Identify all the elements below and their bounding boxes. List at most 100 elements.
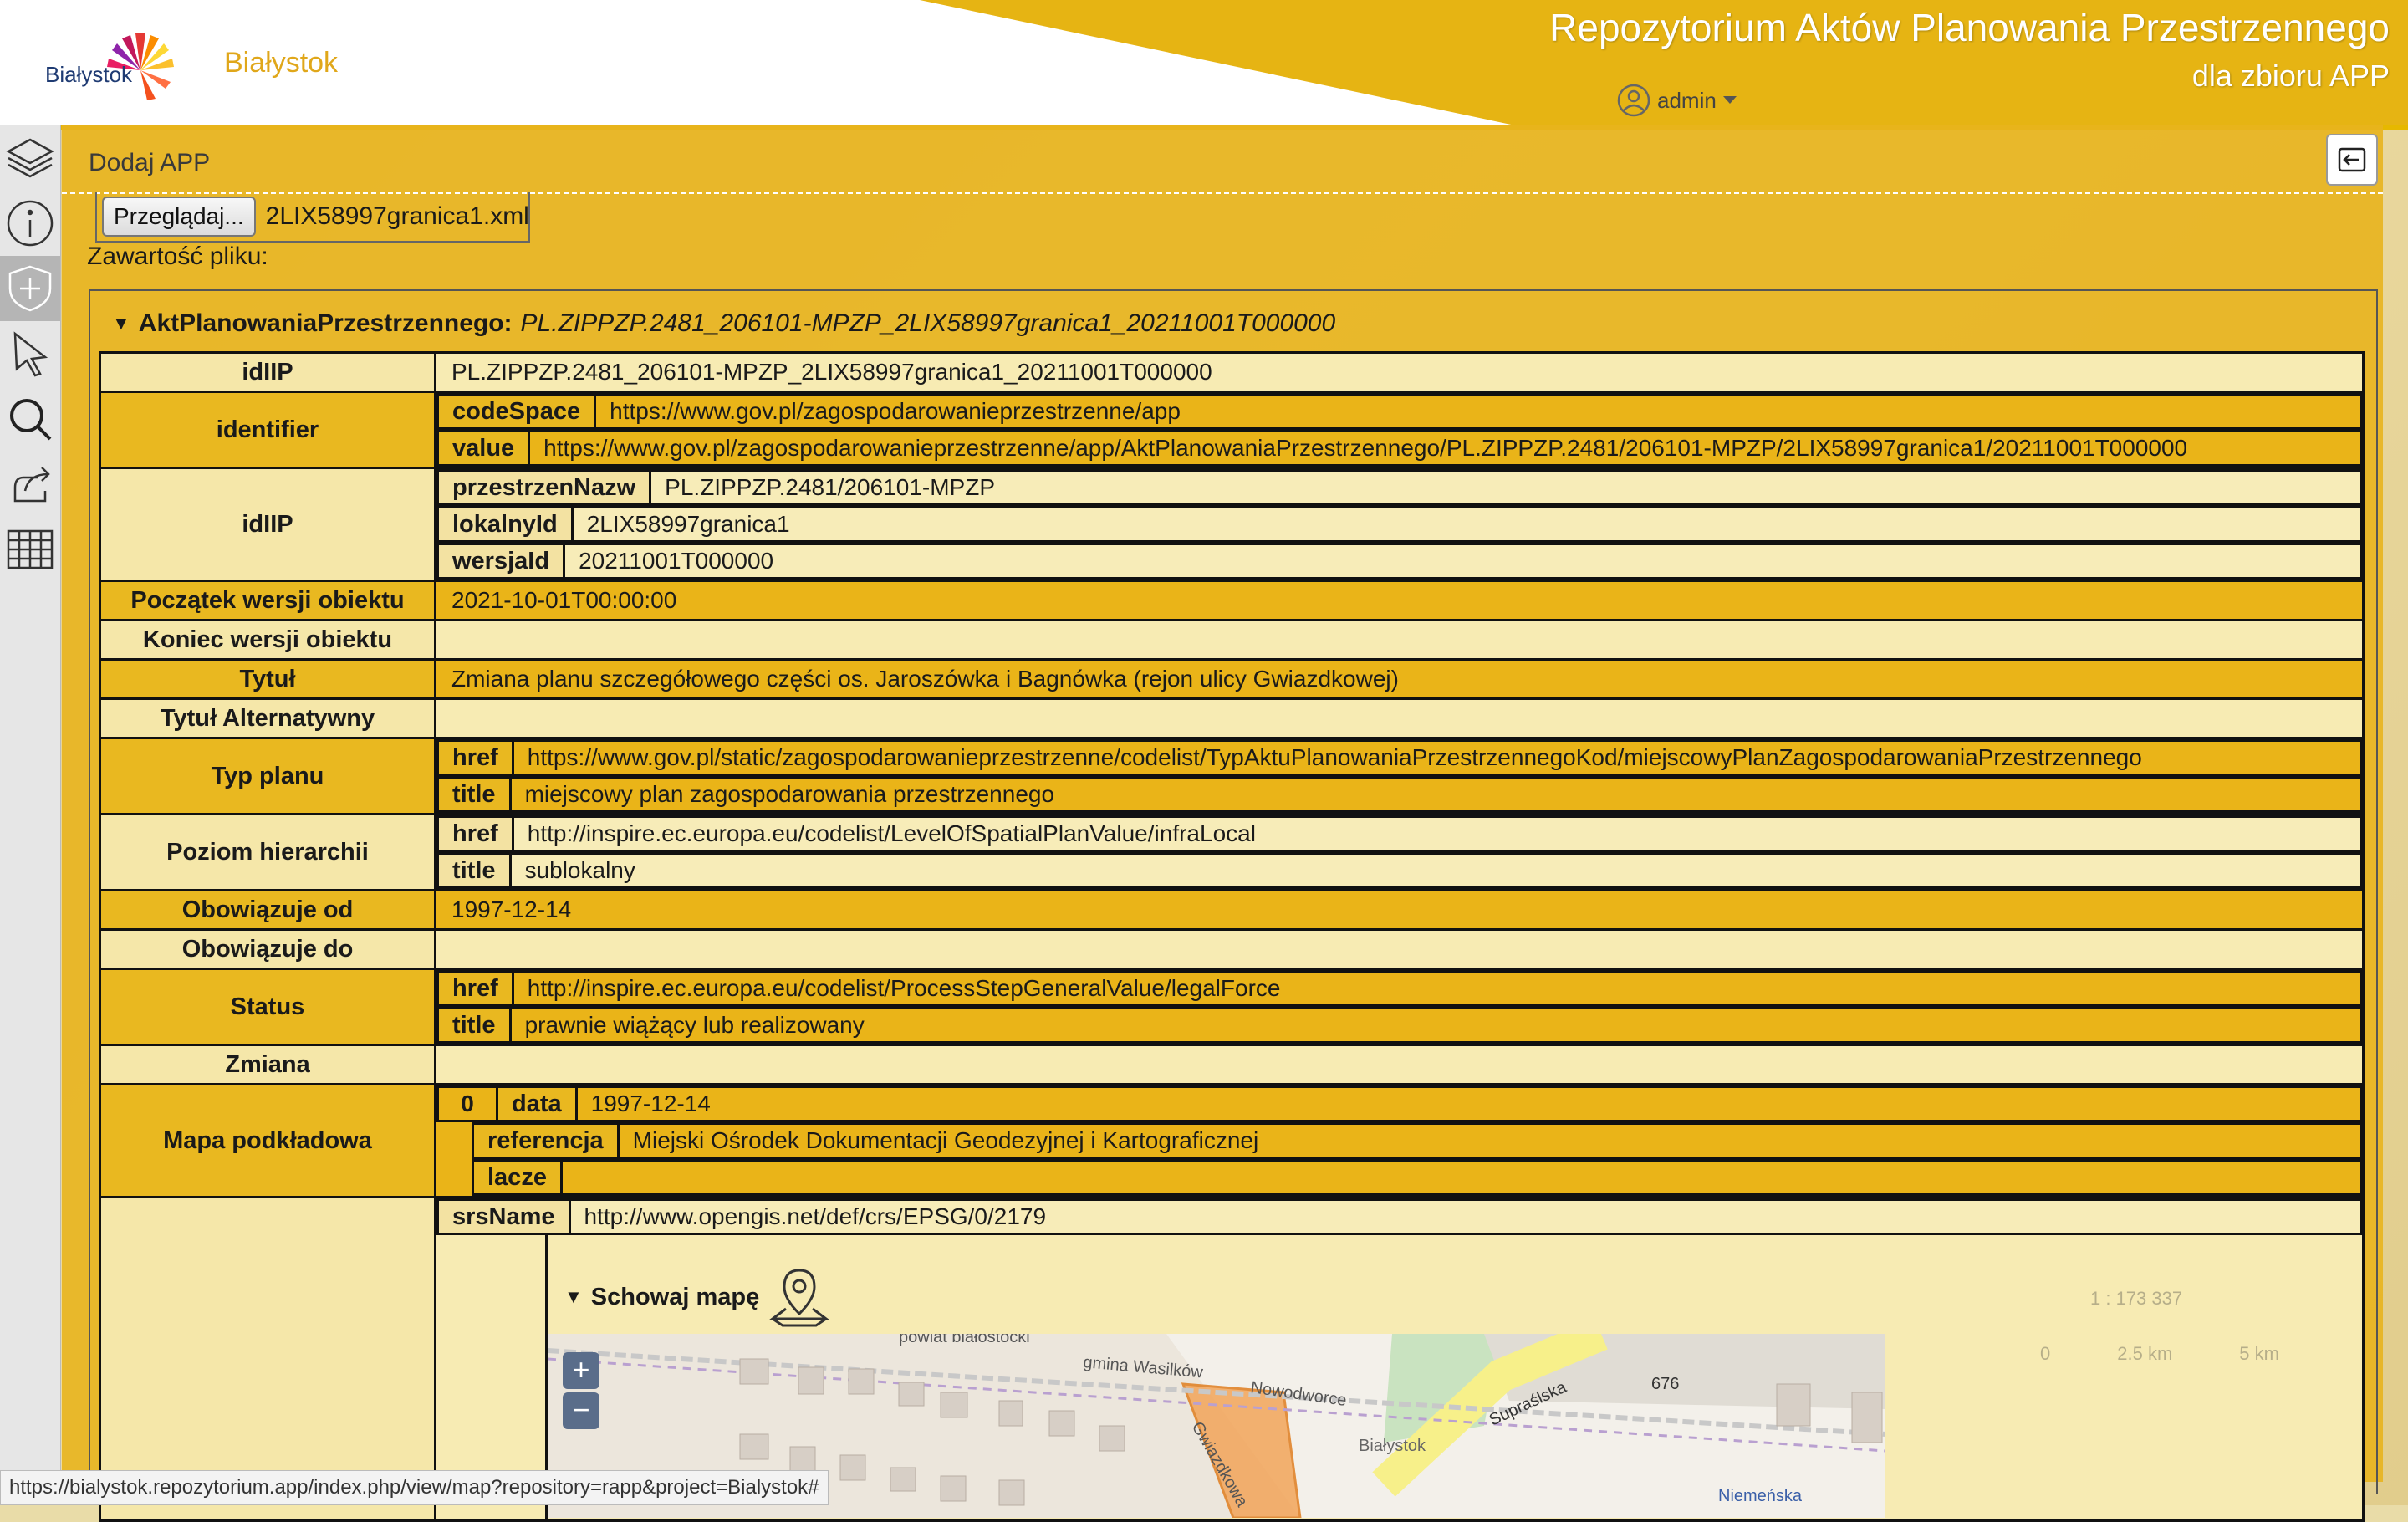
hide-map-toggle[interactable]: ▼ Schowaj mapę (564, 1265, 831, 1329)
sub-value (559, 1159, 2363, 1196)
info-icon (7, 200, 54, 247)
table-row: Początek wersji obiektu 2021-10-01T00:00… (99, 580, 2365, 621)
row-value: Zmiana planu szczegółowego części os. Ja… (452, 666, 1399, 692)
user-icon (1617, 84, 1650, 117)
table-icon (7, 529, 54, 569)
map-label: powiat białostocki (899, 1334, 1030, 1346)
sub-key: href (436, 815, 514, 852)
sub-value: miejscowy plan zagospodarowania przestrz… (508, 776, 2363, 813)
row-label: Status (99, 968, 436, 1046)
sub-key: data (496, 1085, 578, 1122)
username: admin (1657, 87, 1717, 113)
row-label: idIIP (99, 351, 436, 393)
select-button[interactable] (0, 321, 60, 386)
sub-value: sublokalny (508, 852, 2363, 889)
map-pin-icon (768, 1269, 830, 1327)
row-label: Koniec wersji obiektu (99, 619, 436, 661)
status-bar-url: https://bialystok.repozytorium.app/index… (0, 1470, 829, 1505)
sub-value: http://www.opengis.net/def/crs/EPSG/0/21… (568, 1198, 2363, 1235)
app-subtitle: dla zbioru APP (2191, 59, 2390, 93)
collapse-panel-button[interactable] (2326, 134, 2378, 186)
table-row: idIIP PL.ZIPPZP.2481_206101-MPZP_2LIX589… (99, 351, 2365, 393)
sub-value: https://www.gov.pl/zagospodarowanieprzes… (528, 430, 2362, 467)
map-label: 676 (1651, 1375, 1679, 1393)
sub-key: title (436, 1007, 512, 1044)
city-logo[interactable]: Białystok (42, 23, 176, 104)
row-label: Zmiana (99, 1044, 436, 1085)
sub-value: https://www.gov.pl/zagospodarowanieprzes… (594, 393, 2362, 430)
sub-key: referencja (472, 1122, 620, 1159)
row-label: idIIP (99, 467, 436, 582)
file-input-row: Przeglądaj... 2LIX58997granica1.xml (95, 192, 530, 243)
map-label: Białystok (1359, 1437, 1426, 1455)
row-label: Obowiązuje do (99, 928, 436, 970)
panel-title: Dodaj APP (89, 149, 211, 176)
row-value: 2021-10-01T00:00:00 (452, 587, 677, 613)
user-menu[interactable]: admin (1617, 82, 1737, 119)
row-value: 1997-12-14 (452, 896, 572, 922)
share-icon (13, 467, 50, 503)
app-title: Repozytorium Aktów Planowania Przestrzen… (1549, 6, 2390, 49)
table-row: Tytuł Alternatywny (99, 697, 2365, 739)
row-label: Tytuł Alternatywny (99, 697, 436, 739)
sub-value: PL.ZIPPZP.2481/206101-MPZP (649, 469, 2362, 506)
row-label: identifier (99, 391, 436, 469)
table-row: Typ planu href https://www.gov.pl/static/… (99, 737, 2365, 815)
sub-value: 1997-12-14 (574, 1085, 2363, 1122)
row-label: Obowiązuje od (99, 889, 436, 931)
select-pointer-icon (13, 331, 48, 377)
sub-key: wersjaId (436, 543, 566, 580)
file-content-label: Zawartość pliku: (87, 243, 268, 270)
sub-key: value (436, 430, 531, 467)
sub-value: 2LIX58997granica1 (570, 506, 2363, 543)
sub-value: https://www.gov.pl/static/zagospodarowan… (511, 739, 2363, 776)
table-row: Koniec wersji obiektu (99, 619, 2365, 661)
sub-key: srsName (436, 1198, 571, 1235)
table-row: Mapa podkładowa 0 data 1997-12-14 referen… (99, 1083, 2365, 1198)
city-name: Białystok (224, 47, 339, 79)
add-app-button[interactable] (0, 256, 60, 321)
hide-map-label: Schowaj mapę (590, 1283, 760, 1310)
sub-key: codeSpace (436, 393, 597, 430)
table-row: Obowiązuje do (99, 928, 2365, 970)
zoom-out-button[interactable]: − (563, 1392, 599, 1429)
add-app-panel: Dodaj APP Przeglądaj... 2LIX58997granica… (62, 125, 2383, 1522)
table-row: identifier codeSpace https://www.gov.pl/z… (99, 391, 2365, 469)
array-index: 0 (436, 1085, 498, 1122)
row-value (436, 1046, 2362, 1083)
sub-key: title (436, 776, 512, 813)
sub-key: lokalnyId (436, 506, 574, 543)
add-shield-icon (8, 265, 52, 312)
browse-button[interactable]: Przeglądaj... (102, 197, 256, 237)
root-value: PL.ZIPPZP.2481_206101-MPZP_2LIX58997gran… (520, 309, 1336, 337)
table-row: Poziom hierarchii href http://inspire.ec.… (99, 813, 2365, 891)
sub-key: href (436, 739, 514, 776)
sub-key: title (436, 852, 512, 889)
sub-key: href (436, 970, 514, 1007)
row-value: PL.ZIPPZP.2481_206101-MPZP_2LIX58997gran… (452, 359, 1212, 385)
map-scale: 1 : 173 337 0 2.5 km 5 km (2040, 1288, 2375, 1472)
row-value (436, 621, 2362, 658)
share-button[interactable] (0, 452, 60, 517)
collapse-triangle-icon: ▼ (564, 1286, 583, 1307)
map-label: Niemeńska (1718, 1487, 1803, 1505)
selected-file-name: 2LIX58997granica1.xml (265, 202, 529, 230)
row-value (436, 931, 2362, 968)
root-node[interactable]: ▼ AktPlanowaniaPrzestrzennego: PL.ZIPPZP… (112, 309, 1335, 338)
row-label: Poziom hierarchii (99, 813, 436, 891)
caret-down-icon (1722, 96, 1737, 104)
layers-icon (6, 138, 54, 178)
zoom-in-button[interactable]: + (563, 1352, 599, 1389)
table-row: Status href http://inspire.ec.europa.eu/c… (99, 968, 2365, 1046)
layers-button[interactable] (0, 125, 60, 191)
row-label: Typ planu (99, 737, 436, 815)
file-content-box: ▼ AktPlanowaniaPrzestrzennego: PL.ZIPPZP… (89, 289, 2378, 1522)
search-button[interactable] (0, 386, 60, 452)
table-button[interactable] (0, 517, 60, 582)
logo-text: Białystok (45, 62, 133, 87)
info-button[interactable] (0, 191, 60, 256)
scale-tick: 2.5 km (2117, 1343, 2173, 1364)
row-label: Tytuł (99, 658, 436, 700)
expand-triangle-icon[interactable]: ▼ (112, 313, 130, 335)
sub-value: Miejski Ośrodek Dokumentacji Geodezyjnej… (616, 1122, 2363, 1159)
